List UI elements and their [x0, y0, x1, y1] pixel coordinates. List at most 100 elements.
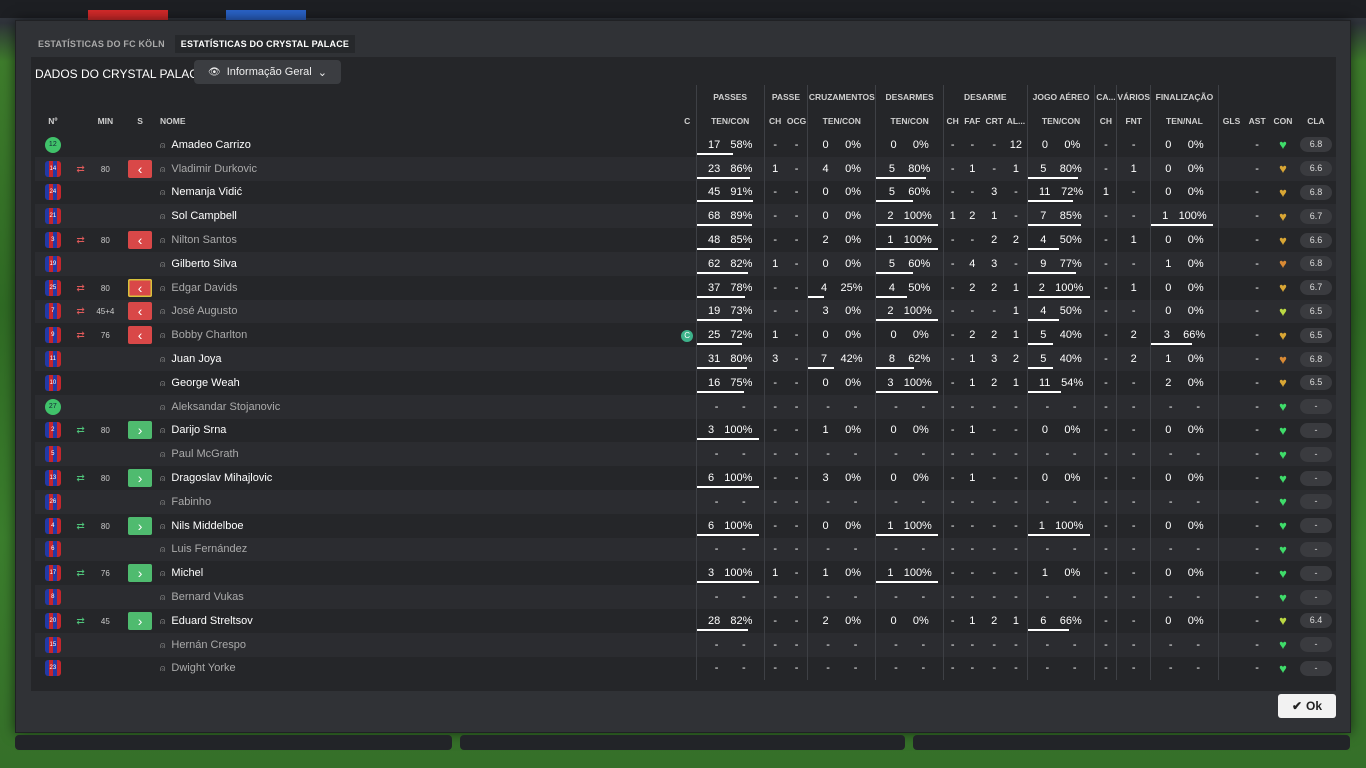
table-row[interactable]: 2 ⇄ 80 › ⍝ Darijo Srna 3 100% - -1 0% 0 0% -1- -0 0% - -0…	[35, 418, 1336, 443]
player-name-cell[interactable]: ⍝ Nils Middelboe	[160, 514, 678, 538]
table-row[interactable]: 5 ⍝ Paul McGrath - - - - - - - - - - - - - - - - - - - ♥ -	[35, 442, 1336, 467]
table-row[interactable]: 23 ⍝ Dwight Yorke - - - - - - - - - - - - - - - - - - - ♥ -	[35, 656, 1336, 681]
player-name[interactable]: Amadeo Carrizo	[171, 139, 250, 151]
substituted-on-button[interactable]: ›	[128, 611, 153, 630]
player-name-cell[interactable]: ⍝ Paul McGrath	[160, 442, 679, 467]
column-header[interactable]: TEN/CON	[695, 109, 765, 133]
player-name-cell[interactable]: ⍝ Nilton Santos	[160, 228, 678, 252]
substituted-on-button[interactable]: ›	[128, 564, 153, 583]
table-row[interactable]: 26 ⍝ Fabinho - - - - - - - - - - - - - - - - - - - ♥ -	[35, 489, 1336, 514]
table-row[interactable]: 21 ⍝ Sol Campbell 68 89% - -0 0% 2 100% 1 2 1-7 85% - -…	[35, 204, 1336, 229]
column-header[interactable]: CH	[942, 109, 962, 133]
column-header[interactable]: TEN/NAL	[1150, 109, 1219, 133]
player-name-cell[interactable]: ⍝ Michel	[160, 561, 678, 585]
player-name-cell[interactable]: ⍝ Dragoslav Mihajlovic	[160, 466, 678, 490]
table-row[interactable]: 3 ⇄ 80 ‹ ⍝ Nilton Santos 48 85% - -2 0% 1 100% - -2 2 4 5…	[35, 228, 1336, 252]
tab-away-stats[interactable]: ESTATÍSTICAS DO CRYSTAL PALACE	[174, 35, 356, 53]
player-name[interactable]: Gilberto Silva	[171, 258, 236, 270]
player-name[interactable]: José Augusto	[171, 305, 237, 317]
table-row[interactable]: 9 ⇄ 76 ‹ ⍝ Bobby Charlton C 25 72% 1-0 0% 0 0% -2 2 1 5 4…	[35, 323, 1336, 348]
table-row[interactable]: 14 ⇄ 80 ‹ ⍝ Vladimir Durkovic 23 86% 1-4 0% 5 80% -1…	[35, 156, 1336, 181]
substituted-on-button[interactable]: ›	[128, 469, 153, 488]
column-header[interactable]	[71, 109, 91, 133]
player-name[interactable]: Eduard Streltsov	[171, 615, 252, 627]
player-name-cell[interactable]: ⍝ Luis Fernández	[160, 537, 679, 562]
table-row[interactable]: 25 ⇄ 80 ‹ ⍝ Edgar Davids 37 78% - -4 25% 4 50% -2 2 1 2 1…	[35, 275, 1336, 300]
player-name-cell[interactable]: ⍝ Fabinho	[160, 489, 679, 514]
player-name[interactable]: Dwight Yorke	[171, 662, 235, 674]
player-name-cell[interactable]: ⍝ Darijo Srna	[160, 419, 678, 443]
column-header[interactable]: GLS	[1217, 109, 1245, 133]
player-name-cell[interactable]: ⍝ Nemanja Vidić	[160, 181, 678, 205]
table-row[interactable]: 24 ⍝ Nemanja Vidić 45 91% - -0 0% 5 60% - -3-11 72% 1…	[35, 180, 1336, 205]
table-row[interactable]: 17 ⇄ 76 › ⍝ Michel 3 100% 1-1 0% 1 100% - - - -1 0% - -0 0%…	[35, 561, 1336, 586]
column-header[interactable]: TEN/CON	[875, 109, 944, 133]
player-name[interactable]: Luis Fernández	[171, 543, 247, 555]
player-name[interactable]: Edgar Davids	[171, 282, 237, 294]
player-name-cell[interactable]: ⍝ Sol Campbell	[160, 204, 679, 229]
player-name-cell[interactable]: ⍝ Amadeo Carrizo	[160, 133, 678, 157]
table-row[interactable]: 13 ⇄ 80 › ⍝ Dragoslav Mihajlovic 6 100% - -3 0% 0 0%…	[35, 466, 1336, 490]
tab-home-stats[interactable]: ESTATÍSTICAS DO FC KÖLN	[36, 35, 167, 53]
player-name-cell[interactable]: ⍝ José Augusto	[160, 299, 679, 324]
player-name-cell[interactable]: ⍝ Vladimir Durkovic	[160, 156, 679, 181]
player-name-cell[interactable]: ⍝ Eduard Streltsov	[160, 609, 678, 633]
table-row[interactable]: 19 ⍝ Gilberto Silva 62 82% 1-0 0% 5 60% -4 3-9 77% -…	[35, 251, 1336, 276]
column-header[interactable]: TEN/CON	[807, 109, 876, 133]
table-row[interactable]: 15 ⍝ Hernán Crespo - - - - - - - - - - - - - - - - - - - ♥ -	[35, 632, 1336, 657]
substituted-off-button[interactable]: ‹	[128, 326, 153, 345]
player-name-cell[interactable]: ⍝ Bobby Charlton	[160, 323, 678, 347]
table-row[interactable]: 7 ⇄ 45+4 ‹ ⍝ José Augusto 19 73% - -3 0% 2 100% - - -1 4…	[35, 299, 1336, 324]
player-name-cell[interactable]: ⍝ Hernán Crespo	[160, 632, 679, 657]
player-name[interactable]: Nemanja Vidić	[171, 186, 242, 198]
table-row[interactable]: 8 ⍝ Bernard Vukas - - - - - - - - - - - - - - - - - - - ♥ -	[35, 585, 1336, 609]
player-name[interactable]: Vladimir Durkovic	[171, 163, 257, 175]
substituted-off-button[interactable]: ‹	[128, 278, 153, 297]
player-name[interactable]: Hernán Crespo	[171, 639, 246, 651]
column-header[interactable]: OCG	[786, 109, 808, 133]
player-name-cell[interactable]: ⍝ George Weah	[160, 371, 678, 395]
substituted-on-button[interactable]: ›	[128, 516, 153, 535]
column-header[interactable]: CON	[1270, 109, 1296, 133]
table-row[interactable]: 6 ⍝ Luis Fernández - - - - - - - - - - - - - - - - - - - ♥ -	[35, 537, 1336, 562]
player-name[interactable]: George Weah	[171, 377, 239, 389]
column-header[interactable]: S	[120, 109, 160, 133]
column-header[interactable]: Nº	[35, 109, 71, 133]
player-name[interactable]: Nilton Santos	[171, 234, 236, 246]
column-header[interactable]: C	[678, 109, 696, 133]
column-header[interactable]: CRT	[983, 109, 1005, 133]
table-row[interactable]: 20 ⇄ 45 › ⍝ Eduard Streltsov 28 82% - -2 0% 0 0% -1 2 1…	[35, 608, 1336, 633]
player-name[interactable]: Michel	[171, 567, 203, 579]
player-name[interactable]: Paul McGrath	[171, 448, 238, 460]
player-name[interactable]: Nils Middelboe	[171, 520, 243, 532]
view-dropdown[interactable]: 👁 Informação Geral ⌄	[194, 60, 341, 84]
player-name[interactable]: Aleksandar Stojanovic	[171, 401, 280, 413]
player-name-cell[interactable]: ⍝ Juan Joya	[160, 347, 679, 371]
column-header[interactable]: TEN/CON	[1026, 109, 1095, 133]
table-row[interactable]: 10 ⍝ George Weah 16 75% - -0 0% 3 100% -1 2 1 11 54% - -…	[35, 370, 1336, 395]
player-name[interactable]: Bobby Charlton	[171, 329, 247, 341]
player-name[interactable]: Juan Joya	[171, 353, 221, 365]
player-name-cell[interactable]: ⍝ Aleksandar Stojanovic	[160, 394, 679, 419]
table-row[interactable]: 4 ⇄ 80 › ⍝ Nils Middelboe 6 100% - -0 0% 1 100% - - - -1…	[35, 513, 1336, 538]
player-name-cell[interactable]: ⍝ Gilberto Silva	[160, 251, 679, 276]
column-header[interactable]: NOME	[160, 109, 678, 133]
ok-button[interactable]: ✔ Ok	[1278, 694, 1336, 718]
table-row[interactable]: 27 ⍝ Aleksandar Stojanovic - - - - - - - - - - - - - - - -…	[35, 394, 1336, 419]
player-name-cell[interactable]: ⍝ Bernard Vukas	[160, 585, 679, 609]
table-row[interactable]: 12 ⍝ Amadeo Carrizo 17 58% - -0 0% 0 0% - - -12 0 0% - -…	[35, 133, 1336, 157]
player-name[interactable]: Dragoslav Mihajlovic	[171, 472, 272, 484]
column-header[interactable]: CLA	[1296, 109, 1336, 133]
substituted-off-button[interactable]: ‹	[128, 231, 153, 250]
player-name[interactable]: Darijo Srna	[171, 424, 226, 436]
column-header[interactable]: FNT	[1116, 109, 1151, 133]
player-name-cell[interactable]: ⍝ Edgar Davids	[160, 276, 678, 300]
column-header[interactable]: CH	[1094, 109, 1117, 133]
column-header[interactable]: MIN	[90, 109, 120, 133]
column-header[interactable]: AST	[1244, 109, 1270, 133]
substituted-on-button[interactable]: ›	[128, 421, 153, 440]
player-name-cell[interactable]: ⍝ Dwight Yorke	[160, 657, 678, 681]
column-header[interactable]: CH	[763, 109, 786, 133]
substituted-off-button[interactable]: ‹	[128, 302, 153, 321]
player-name[interactable]: Bernard Vukas	[171, 591, 243, 603]
